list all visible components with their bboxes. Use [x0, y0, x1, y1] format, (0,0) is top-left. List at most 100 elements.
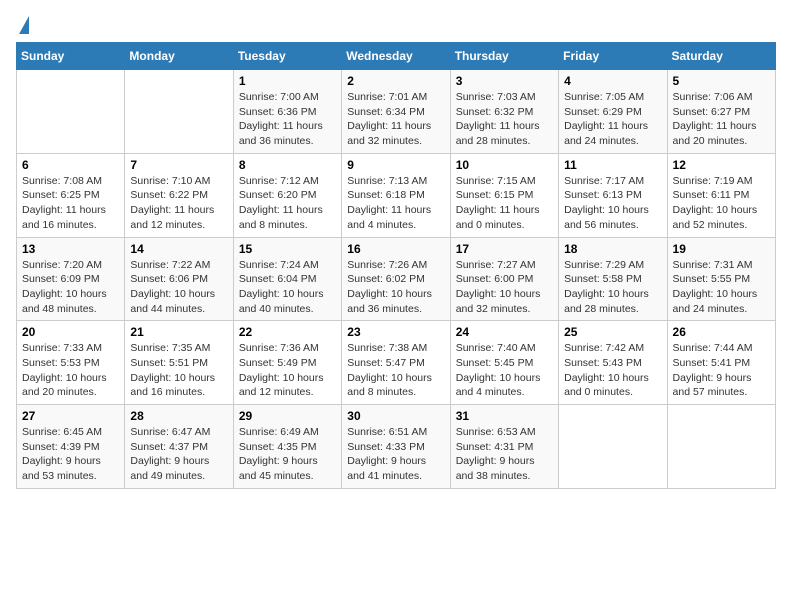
day-number: 5 [673, 74, 770, 88]
logo-triangle [19, 16, 29, 34]
day-cell: 13 Sunrise: 7:20 AM Sunset: 6:09 PM Dayli… [17, 237, 125, 321]
day-info: Sunrise: 7:00 AM Sunset: 6:36 PM Dayligh… [239, 91, 323, 147]
day-info: Sunrise: 6:53 AM Sunset: 4:31 PM Dayligh… [456, 426, 536, 482]
day-number: 20 [22, 325, 119, 339]
day-number: 25 [564, 325, 661, 339]
day-number: 1 [239, 74, 336, 88]
day-info: Sunrise: 7:35 AM Sunset: 5:51 PM Dayligh… [130, 342, 215, 398]
day-number: 13 [22, 242, 119, 256]
day-info: Sunrise: 7:17 AM Sunset: 6:13 PM Dayligh… [564, 175, 649, 231]
day-number: 2 [347, 74, 444, 88]
day-number: 26 [673, 325, 770, 339]
day-info: Sunrise: 7:20 AM Sunset: 6:09 PM Dayligh… [22, 259, 107, 315]
day-info: Sunrise: 7:08 AM Sunset: 6:25 PM Dayligh… [22, 175, 106, 231]
week-row-3: 13 Sunrise: 7:20 AM Sunset: 6:09 PM Dayli… [17, 237, 776, 321]
day-cell: 17 Sunrise: 7:27 AM Sunset: 6:00 PM Dayli… [450, 237, 558, 321]
day-info: Sunrise: 7:19 AM Sunset: 6:11 PM Dayligh… [673, 175, 758, 231]
week-row-2: 6 Sunrise: 7:08 AM Sunset: 6:25 PM Daylig… [17, 153, 776, 237]
day-cell: 21 Sunrise: 7:35 AM Sunset: 5:51 PM Dayli… [125, 321, 233, 405]
day-cell: 9 Sunrise: 7:13 AM Sunset: 6:18 PM Daylig… [342, 153, 450, 237]
day-number: 31 [456, 409, 553, 423]
day-cell: 4 Sunrise: 7:05 AM Sunset: 6:29 PM Daylig… [559, 70, 667, 154]
column-header-thursday: Thursday [450, 43, 558, 70]
day-number: 8 [239, 158, 336, 172]
day-number: 27 [22, 409, 119, 423]
day-cell: 27 Sunrise: 6:45 AM Sunset: 4:39 PM Dayli… [17, 405, 125, 489]
column-header-saturday: Saturday [667, 43, 775, 70]
day-cell [559, 405, 667, 489]
day-cell: 2Sunrise: 7:01 AM Sunset: 6:34 PM Daylig… [342, 70, 450, 154]
day-info: Sunrise: 7:29 AM Sunset: 5:58 PM Dayligh… [564, 259, 649, 315]
day-info: Sunrise: 7:42 AM Sunset: 5:43 PM Dayligh… [564, 342, 649, 398]
day-info: Sunrise: 7:05 AM Sunset: 6:29 PM Dayligh… [564, 91, 648, 147]
day-info: Sunrise: 7:44 AM Sunset: 5:41 PM Dayligh… [673, 342, 753, 398]
day-number: 4 [564, 74, 661, 88]
day-number: 10 [456, 158, 553, 172]
page-header [16, 16, 776, 34]
day-number: 15 [239, 242, 336, 256]
day-cell: 30 Sunrise: 6:51 AM Sunset: 4:33 PM Dayli… [342, 405, 450, 489]
column-header-friday: Friday [559, 43, 667, 70]
day-info: Sunrise: 6:49 AM Sunset: 4:35 PM Dayligh… [239, 426, 319, 482]
day-number: 24 [456, 325, 553, 339]
day-cell [667, 405, 775, 489]
day-cell [125, 70, 233, 154]
day-cell: 31 Sunrise: 6:53 AM Sunset: 4:31 PM Dayli… [450, 405, 558, 489]
day-info: Sunrise: 6:51 AM Sunset: 4:33 PM Dayligh… [347, 426, 427, 482]
day-cell: 20 Sunrise: 7:33 AM Sunset: 5:53 PM Dayli… [17, 321, 125, 405]
day-info: Sunrise: 7:10 AM Sunset: 6:22 PM Dayligh… [130, 175, 214, 231]
day-info: Sunrise: 7:22 AM Sunset: 6:06 PM Dayligh… [130, 259, 215, 315]
day-number: 6 [22, 158, 119, 172]
day-cell: 29 Sunrise: 6:49 AM Sunset: 4:35 PM Dayli… [233, 405, 341, 489]
day-info: Sunrise: 7:24 AM Sunset: 6:04 PM Dayligh… [239, 259, 324, 315]
day-info: Sunrise: 7:40 AM Sunset: 5:45 PM Dayligh… [456, 342, 541, 398]
day-info: Sunrise: 7:27 AM Sunset: 6:00 PM Dayligh… [456, 259, 541, 315]
day-number: 29 [239, 409, 336, 423]
column-header-sunday: Sunday [17, 43, 125, 70]
day-cell: 11 Sunrise: 7:17 AM Sunset: 6:13 PM Dayli… [559, 153, 667, 237]
day-info: Sunrise: 7:36 AM Sunset: 5:49 PM Dayligh… [239, 342, 324, 398]
day-cell: 24 Sunrise: 7:40 AM Sunset: 5:45 PM Dayli… [450, 321, 558, 405]
day-number: 23 [347, 325, 444, 339]
day-info: Sunrise: 7:13 AM Sunset: 6:18 PM Dayligh… [347, 175, 431, 231]
day-number: 21 [130, 325, 227, 339]
week-row-5: 27 Sunrise: 6:45 AM Sunset: 4:39 PM Dayli… [17, 405, 776, 489]
column-header-monday: Monday [125, 43, 233, 70]
day-info: Sunrise: 7:33 AM Sunset: 5:53 PM Dayligh… [22, 342, 107, 398]
day-cell: 18 Sunrise: 7:29 AM Sunset: 5:58 PM Dayli… [559, 237, 667, 321]
day-info: Sunrise: 7:31 AM Sunset: 5:55 PM Dayligh… [673, 259, 758, 315]
day-number: 28 [130, 409, 227, 423]
day-info: Sunrise: 7:12 AM Sunset: 6:20 PM Dayligh… [239, 175, 323, 231]
day-cell: 14Sunrise: 7:22 AM Sunset: 6:06 PM Dayli… [125, 237, 233, 321]
day-info: Sunrise: 7:38 AM Sunset: 5:47 PM Dayligh… [347, 342, 432, 398]
column-header-wednesday: Wednesday [342, 43, 450, 70]
day-cell: 1 Sunrise: 7:00 AM Sunset: 6:36 PM Daylig… [233, 70, 341, 154]
week-row-1: 1 Sunrise: 7:00 AM Sunset: 6:36 PM Daylig… [17, 70, 776, 154]
day-cell: 6 Sunrise: 7:08 AM Sunset: 6:25 PM Daylig… [17, 153, 125, 237]
day-cell: 23 Sunrise: 7:38 AM Sunset: 5:47 PM Dayli… [342, 321, 450, 405]
day-info: Sunrise: 6:47 AM Sunset: 4:37 PM Dayligh… [130, 426, 210, 482]
day-cell: 8 Sunrise: 7:12 AM Sunset: 6:20 PM Daylig… [233, 153, 341, 237]
day-info: Sunrise: 7:15 AM Sunset: 6:15 PM Dayligh… [456, 175, 540, 231]
day-number: 9 [347, 158, 444, 172]
day-number: 11 [564, 158, 661, 172]
day-number: 22 [239, 325, 336, 339]
day-number: 7 [130, 158, 227, 172]
day-number: 3 [456, 74, 553, 88]
day-cell: 25 Sunrise: 7:42 AM Sunset: 5:43 PM Dayli… [559, 321, 667, 405]
day-number: 17 [456, 242, 553, 256]
day-cell: 5 Sunrise: 7:06 AM Sunset: 6:27 PM Daylig… [667, 70, 775, 154]
day-info: Sunrise: 6:45 AM Sunset: 4:39 PM Dayligh… [22, 426, 102, 482]
day-cell: 3 Sunrise: 7:03 AM Sunset: 6:32 PM Daylig… [450, 70, 558, 154]
logo [16, 16, 29, 34]
day-info: Sunrise: 7:06 AM Sunset: 6:27 PM Dayligh… [673, 91, 757, 147]
day-number: 30 [347, 409, 444, 423]
day-info: Sunrise: 7:03 AM Sunset: 6:32 PM Dayligh… [456, 91, 540, 147]
day-number: 18 [564, 242, 661, 256]
day-number: 12 [673, 158, 770, 172]
day-number: 19 [673, 242, 770, 256]
day-cell: 26 Sunrise: 7:44 AM Sunset: 5:41 PM Dayli… [667, 321, 775, 405]
day-cell: 19 Sunrise: 7:31 AM Sunset: 5:55 PM Dayli… [667, 237, 775, 321]
header-row: SundayMondayTuesdayWednesdayThursdayFrid… [17, 43, 776, 70]
week-row-4: 20 Sunrise: 7:33 AM Sunset: 5:53 PM Dayli… [17, 321, 776, 405]
